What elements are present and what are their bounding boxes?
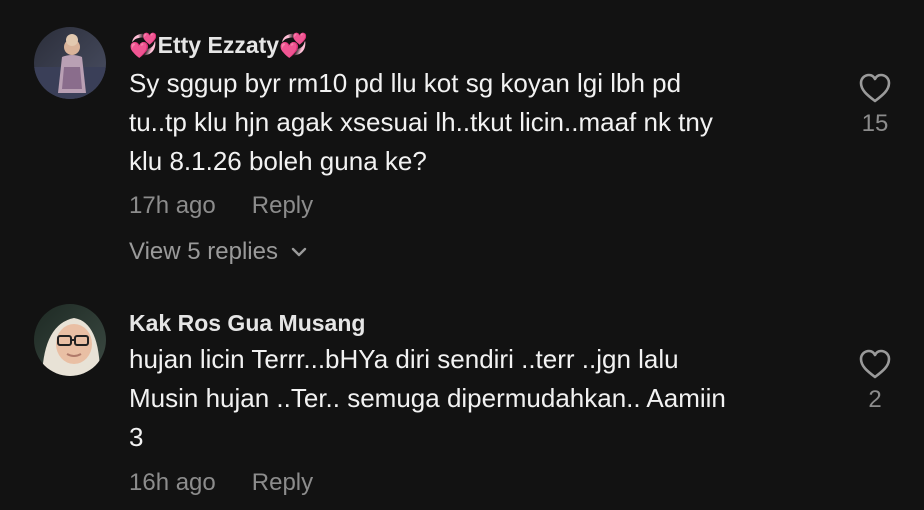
avatar-image [34,304,106,376]
chevron-down-icon [291,247,307,257]
comment-item: Kak Ros Gua Musang hujan licin Terrr...b… [0,290,924,510]
like-button[interactable]: 15 [848,72,902,138]
sparkling-heart-emoji-icon: 💞 [279,32,308,58]
avatar[interactable] [34,27,106,99]
comment-text-line: Musin hujan ..Ter.. semuga dipermudahkan… [129,383,726,413]
sparkling-heart-emoji-icon: 💞 [129,32,158,58]
comment-item: 💞Etty Ezzaty💞 Sy sggup byr rm10 pd llu k… [0,0,924,290]
comment-meta: 17h ago Reply [129,192,313,220]
comment-username[interactable]: 💞Etty Ezzaty💞 [129,32,308,59]
comment-text-line: hujan licin Terrr...bHYa diri sendiri ..… [129,344,679,374]
like-count: 15 [861,110,889,137]
comment-meta: 16h ago Reply [129,469,313,497]
comment-text: hujan licin Terrr...bHYa diri sendiri ..… [129,340,819,457]
comment-username[interactable]: Kak Ros Gua Musang [129,310,365,337]
comment-text-line: 3 [129,422,144,452]
comment-text: Sy sggup byr rm10 pd llu kot sg koyan lg… [129,64,819,181]
comment-text-line: tu..tp klu hjn agak xsesuai lh..tkut lic… [129,107,713,137]
avatar-image [34,27,106,99]
view-replies-label: View 5 replies [129,238,278,265]
comment-timestamp: 17h ago [129,192,216,219]
reply-button[interactable]: Reply [252,192,313,219]
like-button[interactable]: 2 [848,348,902,414]
username-text: Etty Ezzaty [157,32,280,58]
heart-outline-icon [859,73,891,103]
avatar[interactable] [34,304,106,376]
view-replies-button[interactable]: View 5 replies [129,238,308,266]
comment-text-line: Sy sggup byr rm10 pd llu kot sg koyan lg… [129,68,682,98]
comment-text-line: klu 8.1.26 boleh guna ke? [129,146,427,176]
comment-timestamp: 16h ago [129,469,216,496]
heart-outline-icon [859,349,891,379]
like-count: 2 [868,386,882,413]
reply-button[interactable]: Reply [252,469,313,496]
